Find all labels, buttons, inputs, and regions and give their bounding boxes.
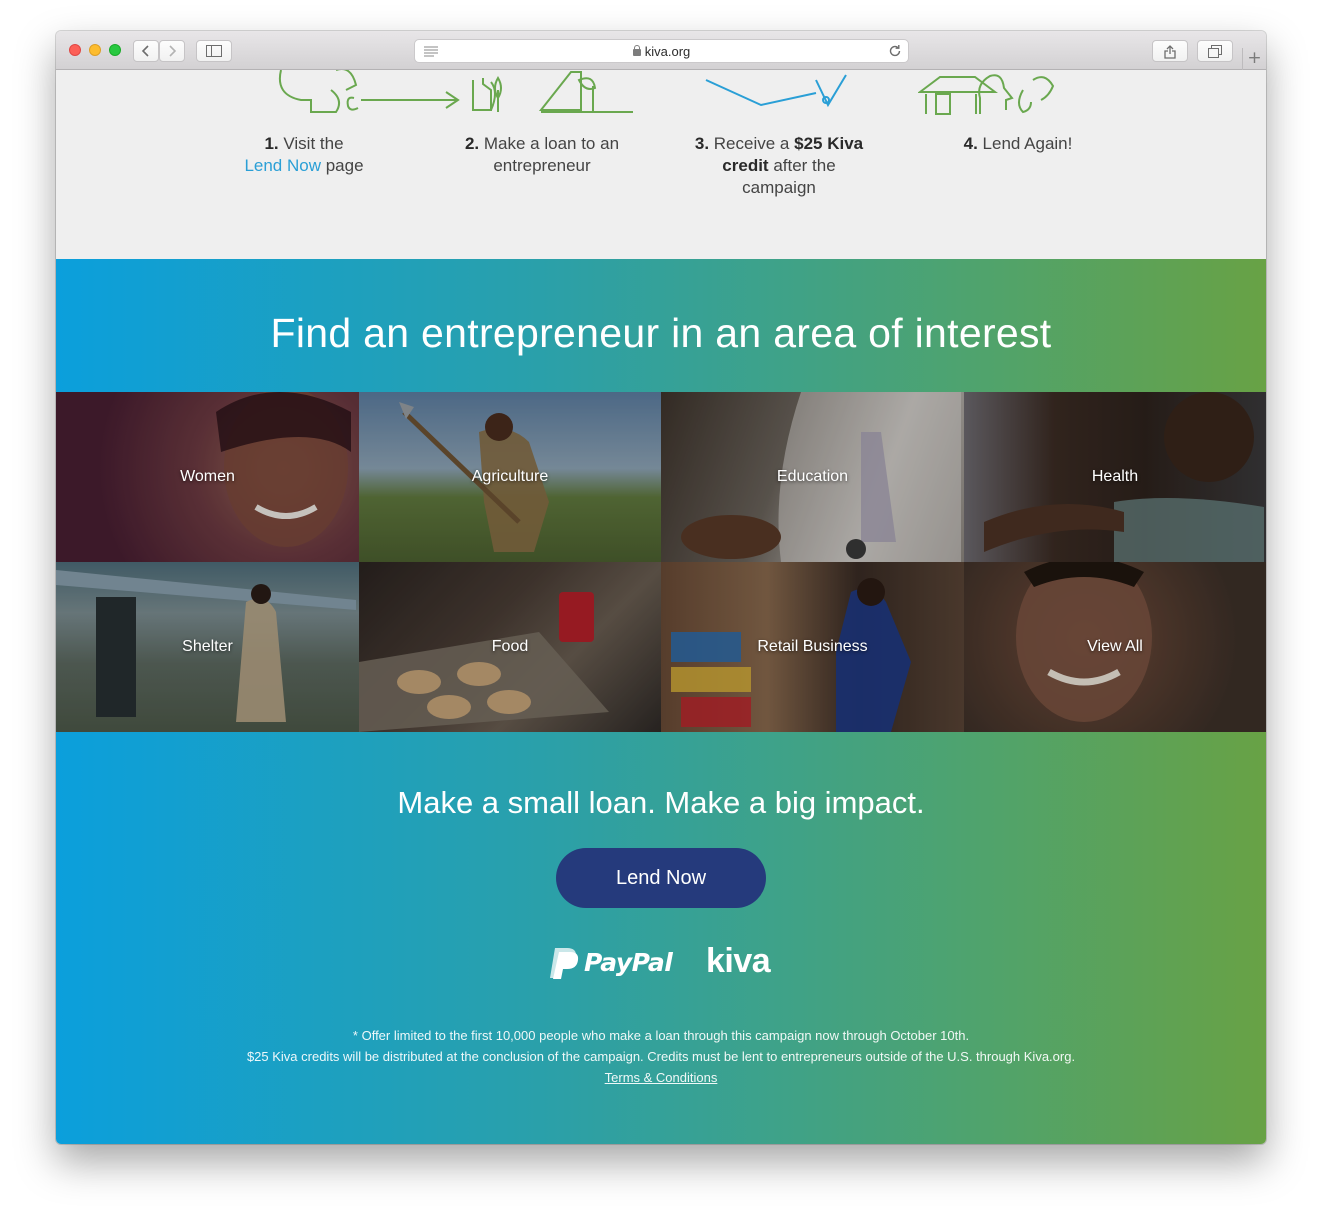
step-4-number: 4.	[963, 134, 978, 153]
browser-toolbar: kiva.org +	[56, 31, 1266, 70]
step-2-text-line2: entrepreneur	[493, 156, 591, 175]
partner-logos: PayPal kiva	[546, 942, 786, 984]
step-3-text: Receive a	[713, 134, 790, 153]
step-4: 4. Lend Again!	[908, 133, 1128, 155]
sidebar-icon	[206, 45, 222, 57]
category-label: Food	[491, 638, 529, 655]
browser-window: kiva.org + 1. Visit the Lend Now page 2.…	[56, 31, 1266, 1144]
step-3-credit-word: credit	[722, 156, 769, 175]
step-3-suffix: after the	[768, 156, 836, 175]
category-label: Women	[180, 468, 235, 485]
fineprint-offer: * Offer limited to the first 10,000 peop…	[352, 1028, 970, 1043]
terms-container: Terms & Conditions	[56, 1070, 1266, 1085]
reload-icon[interactable]	[888, 44, 902, 58]
category-label: Shelter	[182, 638, 233, 655]
url-display: kiva.org	[415, 44, 908, 59]
chevron-left-icon	[141, 45, 149, 57]
interest-section: Find an entrepreneur in an area of inter…	[56, 259, 1266, 1144]
share-button[interactable]	[1152, 40, 1188, 62]
chevron-right-icon	[169, 45, 177, 57]
section-title: Find an entrepreneur in an area of inter…	[270, 310, 1052, 356]
step-1: 1. Visit the Lend Now page	[194, 133, 414, 177]
address-bar[interactable]: kiva.org	[414, 39, 909, 63]
step-3-illustration	[705, 74, 847, 108]
step-3: 3. Receive a $25 Kiva credit after the c…	[669, 133, 889, 199]
back-button[interactable]	[133, 40, 159, 62]
lock-icon	[632, 45, 641, 56]
step-1-number: 1.	[264, 134, 279, 153]
url-text: kiva.org	[644, 44, 691, 59]
category-tile-shelter[interactable]: Shelter	[56, 562, 359, 732]
step-3-credit-amount: $25 Kiva	[794, 134, 864, 153]
category-tile-education[interactable]: Education	[661, 392, 964, 562]
terms-link[interactable]: Terms & Conditions	[605, 1070, 718, 1085]
category-label: Agriculture	[471, 468, 549, 485]
category-label: Education	[776, 468, 849, 485]
step-3-number: 3.	[694, 134, 710, 153]
cta-tagline: Make a small loan. Make a big impact.	[397, 785, 925, 820]
how-it-works-section: 1. Visit the Lend Now page 2. Make a loa…	[56, 70, 1266, 259]
minimize-window-button[interactable]	[89, 44, 101, 56]
step-4-illustration	[918, 74, 1055, 115]
category-tile-women[interactable]: Women	[56, 392, 359, 562]
category-tile-health[interactable]: Health	[964, 392, 1266, 562]
steps-1-2-illustration	[279, 70, 633, 113]
step-1-text: Visit the	[283, 134, 344, 153]
step-3-text-line3: campaign	[742, 178, 816, 197]
step-1-suffix: page	[321, 156, 364, 175]
lend-now-button[interactable]: Lend Now	[556, 848, 766, 908]
paypal-logo-icon	[550, 948, 579, 979]
step-1-lend-now-link[interactable]: Lend Now	[244, 156, 321, 175]
category-label: Health	[1091, 468, 1139, 485]
zoom-window-button[interactable]	[109, 44, 121, 56]
share-icon	[1164, 44, 1176, 59]
fineprint-credits: $25 Kiva credits will be distributed at …	[246, 1049, 1076, 1064]
close-window-button[interactable]	[69, 44, 81, 56]
forward-button[interactable]	[159, 40, 185, 62]
plus-icon: +	[1247, 48, 1262, 68]
category-tile-retail-business[interactable]: Retail Business	[661, 562, 964, 732]
category-label: Retail Business	[757, 638, 868, 655]
category-tile-agriculture[interactable]: Agriculture	[359, 392, 661, 562]
sidebar-button[interactable]	[196, 40, 232, 62]
step-2-number: 2.	[464, 134, 480, 153]
step-2: 2. Make a loan to an entrepreneur	[432, 133, 652, 177]
tabs-overview-button[interactable]	[1197, 40, 1233, 62]
paypal-logo: PayPal	[584, 948, 673, 977]
category-tile-view-all[interactable]: View All	[964, 562, 1266, 732]
kiva-logo: kiva	[706, 942, 771, 980]
new-tab-button[interactable]: +	[1242, 48, 1266, 70]
category-label: View All	[1087, 638, 1143, 655]
category-grid: Women Agriculture Education Health Shelt…	[56, 392, 1266, 732]
step-2-text: Make a loan to an	[483, 134, 620, 153]
category-tile-food[interactable]: Food	[359, 562, 661, 732]
step-4-text: Lend Again!	[982, 134, 1073, 153]
tabs-icon	[1208, 44, 1222, 58]
